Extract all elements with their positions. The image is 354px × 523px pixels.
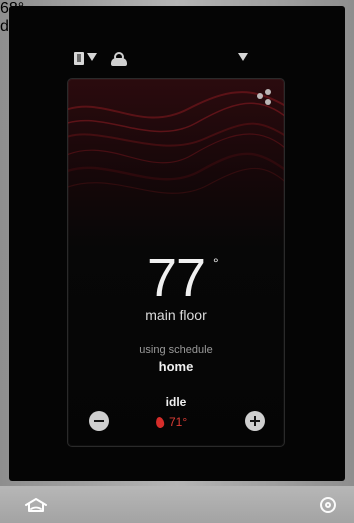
menu-dot <box>265 89 271 95</box>
increase-temperature-button[interactable] <box>245 411 265 431</box>
temperature-degree: ° <box>213 255 219 271</box>
notebook-icon[interactable] <box>74 52 84 65</box>
zone-name: main floor <box>145 307 207 323</box>
schedule-name[interactable]: home <box>68 359 284 374</box>
menu-dot <box>257 93 263 99</box>
wave-5 <box>68 152 284 181</box>
home-icon-outline <box>25 498 47 512</box>
menu-dot <box>265 99 271 105</box>
decorative-waves <box>68 91 284 194</box>
home-icon-swoosh <box>30 506 42 510</box>
cloud-icon <box>111 58 127 66</box>
partly-cloudy-icon <box>110 51 128 67</box>
top-status-bar <box>9 6 345 46</box>
wave-4 <box>68 133 284 164</box>
system-status: idle <box>165 395 187 409</box>
flame-icon <box>154 416 166 429</box>
decrease-temperature-button[interactable] <box>89 411 109 431</box>
bottom-navigation-bar <box>0 486 354 523</box>
wave-6 <box>68 167 284 194</box>
schedule-label: using schedule <box>139 344 213 356</box>
current-temperature: 77 <box>146 248 206 308</box>
wave-1 <box>68 91 284 119</box>
setpoint-temperature: 71° <box>169 415 188 429</box>
thermostat-device: 68° dad 77 ° main floor using schedule h… <box>0 0 354 523</box>
thermostat-card: 77 ° main floor using schedule home idle… <box>67 78 285 447</box>
ring-icon[interactable] <box>320 497 336 513</box>
notebook-dropdown-icon[interactable] <box>87 53 97 61</box>
home-icon[interactable] <box>24 497 48 513</box>
user-dropdown-icon[interactable] <box>238 53 248 61</box>
menu-dots-icon[interactable] <box>254 89 274 109</box>
